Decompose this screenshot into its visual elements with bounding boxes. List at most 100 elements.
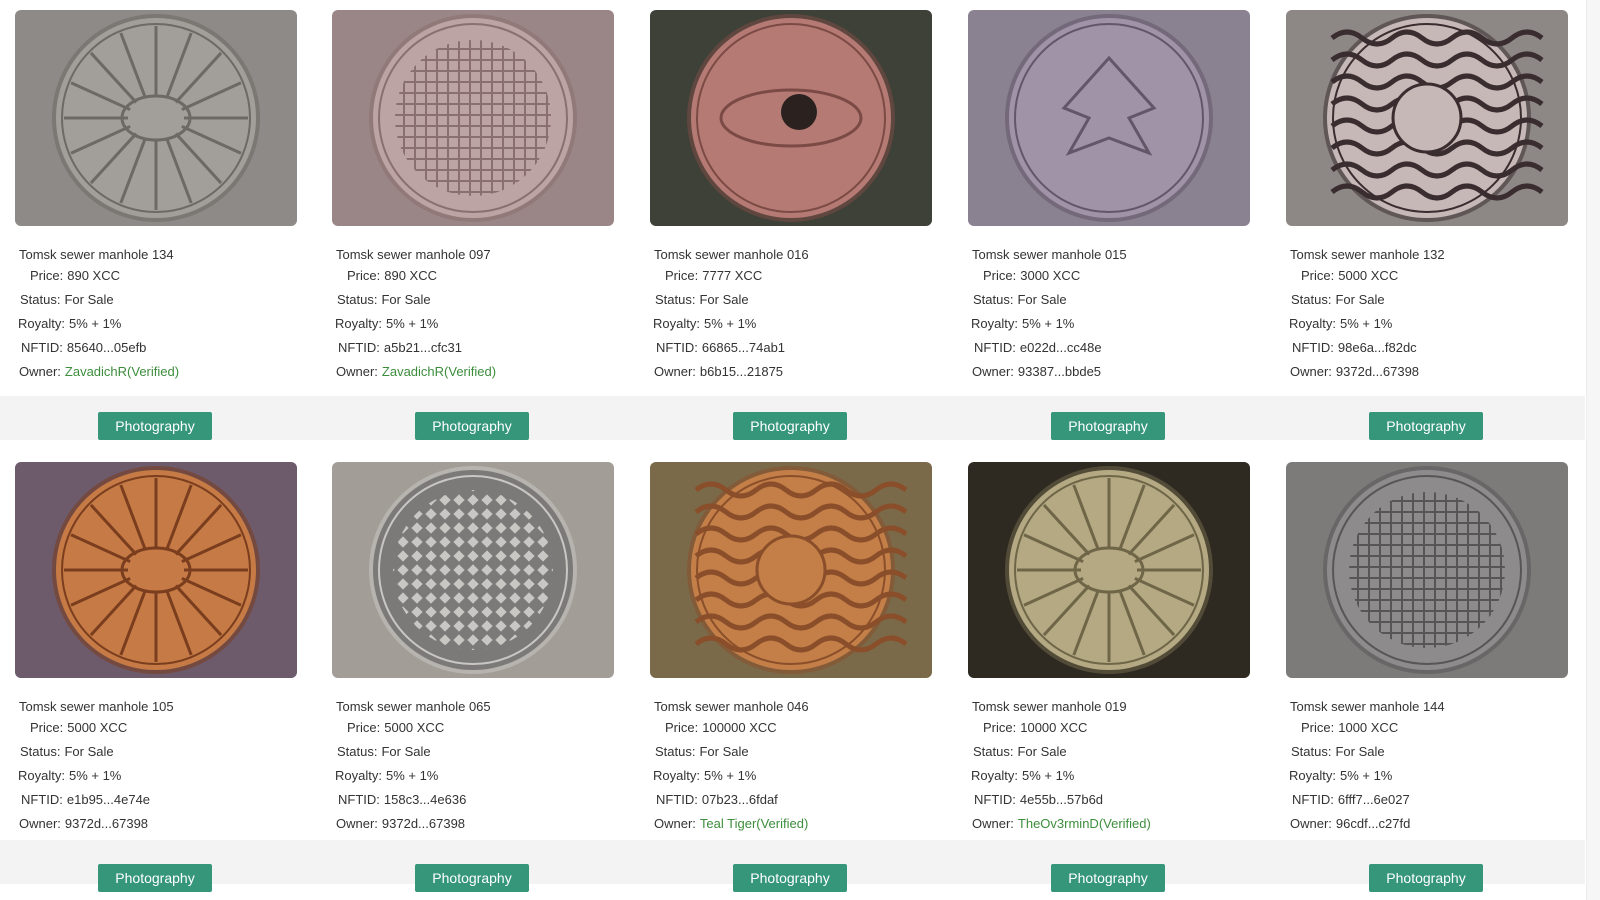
price-label: Price:: [983, 720, 1017, 735]
category-tag-button[interactable]: Photography: [733, 412, 847, 440]
nftid-label: NFTID:: [21, 340, 63, 355]
nft-card[interactable]: Tomsk sewer manhole 046 Price: 100000 XCC…: [650, 462, 932, 831]
nft-card[interactable]: Tomsk sewer manhole 144 Price: 1000 XCC S…: [1286, 462, 1568, 831]
status-value: For Sale: [1335, 292, 1385, 307]
nftid-label: NFTID:: [974, 340, 1016, 355]
nft-image-spoked-manhole-tan[interactable]: [968, 462, 1250, 678]
status-label: Status:: [973, 292, 1014, 307]
nftid-label: NFTID:: [1292, 792, 1334, 807]
owner-label: Owner:: [1290, 364, 1332, 379]
owner-label: Owner:: [654, 364, 696, 379]
royalty-label: Royalty:: [653, 316, 700, 331]
nft-image-wave-manhole-b[interactable]: [650, 462, 932, 678]
nft-title[interactable]: Tomsk sewer manhole 046: [654, 700, 932, 714]
nft-card[interactable]: Tomsk sewer manhole 097 Price: 890 XCC St…: [332, 10, 614, 379]
nft-image-leaf-manhole-purple[interactable]: [968, 10, 1250, 226]
nft-image-spoked-manhole-rust[interactable]: [15, 462, 297, 678]
nft-card[interactable]: Tomsk sewer manhole 016 Price: 7777 XCC S…: [650, 10, 932, 379]
nft-title[interactable]: Tomsk sewer manhole 016: [654, 248, 932, 262]
price-value: 7777 XCC: [702, 268, 763, 283]
nft-title[interactable]: Tomsk sewer manhole 019: [972, 700, 1250, 714]
nftid-label: NFTID:: [21, 792, 63, 807]
nft-title[interactable]: Tomsk sewer manhole 097: [336, 248, 614, 262]
owner-value[interactable]: TheOv3rminD(Verified): [1018, 816, 1151, 831]
price-value: 3000 XCC: [1020, 268, 1081, 283]
status-label: Status:: [1291, 744, 1332, 759]
category-tag-button[interactable]: Photography: [1369, 864, 1483, 892]
category-tag-button[interactable]: Photography: [733, 864, 847, 892]
owner-label: Owner:: [19, 816, 61, 831]
owner-label: Owner:: [972, 816, 1014, 831]
status-label: Status:: [655, 744, 696, 759]
category-tag-button[interactable]: Photography: [1051, 412, 1165, 440]
nft-title[interactable]: Tomsk sewer manhole 065: [336, 700, 614, 714]
owner-value[interactable]: ZavadichR(Verified): [382, 364, 496, 379]
category-tag-button[interactable]: Photography: [98, 864, 212, 892]
nftid-value: e022d...cc48e: [1019, 340, 1102, 355]
status-label: Status:: [973, 744, 1014, 759]
price-value: 5000 XCC: [1338, 268, 1399, 283]
price-value: 100000 XCC: [702, 720, 777, 735]
nft-title[interactable]: Tomsk sewer manhole 144: [1290, 700, 1568, 714]
nft-card[interactable]: Tomsk sewer manhole 015 Price: 3000 XCC S…: [968, 10, 1250, 379]
nftid-label: NFTID:: [656, 792, 698, 807]
royalty-value: 5% + 1%: [1021, 316, 1075, 331]
nftid-value: 85640...05efb: [66, 340, 147, 355]
owner-value[interactable]: ZavadichR(Verified): [65, 364, 179, 379]
nft-image-grid-manhole-slate[interactable]: [1286, 462, 1568, 678]
royalty-label: Royalty:: [971, 768, 1018, 783]
status-value: For Sale: [381, 292, 431, 307]
nft-card[interactable]: Tomsk sewer manhole 065 Price: 5000 XCC S…: [332, 462, 614, 831]
nft-card[interactable]: Tomsk sewer manhole 105 Price: 5000 XCC S…: [15, 462, 297, 831]
nft-title[interactable]: Tomsk sewer manhole 134: [19, 248, 297, 262]
royalty-value: 5% + 1%: [385, 768, 439, 783]
nft-title[interactable]: Tomsk sewer manhole 132: [1290, 248, 1568, 262]
price-value: 890 XCC: [67, 268, 120, 283]
owner-label: Owner:: [19, 364, 61, 379]
royalty-value: 5% + 1%: [1339, 768, 1393, 783]
category-tag-button[interactable]: Photography: [1051, 864, 1165, 892]
price-value: 5000 XCC: [67, 720, 128, 735]
royalty-value: 5% + 1%: [68, 768, 122, 783]
nftid-value: 07b23...6fdaf: [701, 792, 778, 807]
nft-image-eye-manhole-red[interactable]: [650, 10, 932, 226]
nftid-value: 98e6a...f82dc: [1337, 340, 1417, 355]
page-scrollbar[interactable]: [1586, 0, 1600, 900]
owner-label: Owner:: [972, 364, 1014, 379]
owner-value[interactable]: Teal Tiger(Verified): [700, 816, 808, 831]
price-label: Price:: [30, 720, 64, 735]
category-tag-button[interactable]: Photography: [415, 412, 529, 440]
category-tag-button[interactable]: Photography: [1369, 412, 1483, 440]
owner-value: 9372d...67398: [381, 816, 466, 831]
nft-image-grid-manhole-pink[interactable]: [332, 10, 614, 226]
nftid-value: 4e55b...57b6d: [1019, 792, 1104, 807]
nftid-value: 66865...74ab1: [701, 340, 786, 355]
nft-card[interactable]: Tomsk sewer manhole 134 Price: 890 XCC St…: [15, 10, 297, 379]
nft-image-diamond-manhole-grey[interactable]: [332, 462, 614, 678]
nft-title[interactable]: Tomsk sewer manhole 015: [972, 248, 1250, 262]
royalty-value: 5% + 1%: [1339, 316, 1393, 331]
price-value: 1000 XCC: [1338, 720, 1399, 735]
category-tag-button[interactable]: Photography: [415, 864, 529, 892]
price-label: Price:: [30, 268, 64, 283]
status-value: For Sale: [1017, 744, 1067, 759]
nft-card[interactable]: Tomsk sewer manhole 019 Price: 10000 XCC …: [968, 462, 1250, 831]
nftid-value: 158c3...4e636: [383, 792, 467, 807]
royalty-label: Royalty:: [335, 316, 382, 331]
status-value: For Sale: [699, 744, 749, 759]
royalty-value: 5% + 1%: [703, 768, 757, 783]
owner-label: Owner:: [336, 364, 378, 379]
category-tag-button[interactable]: Photography: [98, 412, 212, 440]
nftid-label: NFTID:: [656, 340, 698, 355]
nft-image-wave-manhole-ks[interactable]: [1286, 10, 1568, 226]
royalty-label: Royalty:: [18, 316, 65, 331]
nft-title[interactable]: Tomsk sewer manhole 105: [19, 700, 297, 714]
price-value: 890 XCC: [384, 268, 437, 283]
royalty-label: Royalty:: [335, 768, 382, 783]
owner-value: 96cdf...c27fd: [1335, 816, 1411, 831]
nft-card[interactable]: Tomsk sewer manhole 132 Price: 5000 XCC S…: [1286, 10, 1568, 379]
nft-image-spoked-manhole-grey[interactable]: [15, 10, 297, 226]
owner-value: 9372d...67398: [64, 816, 149, 831]
royalty-label: Royalty:: [971, 316, 1018, 331]
price-label: Price:: [1301, 720, 1335, 735]
